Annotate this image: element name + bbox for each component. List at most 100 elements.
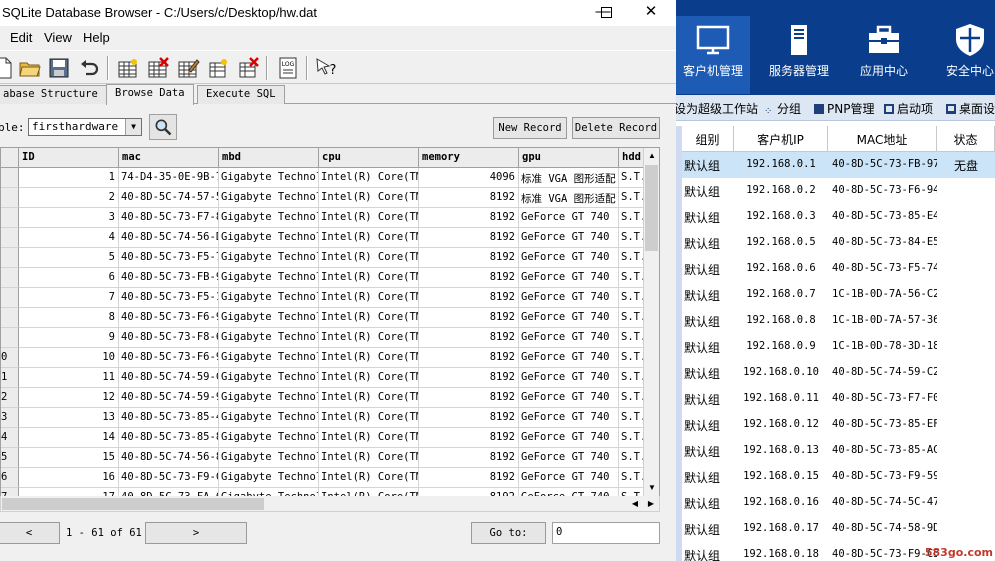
cell-id[interactable]: 11: [19, 368, 119, 388]
cell-mbd[interactable]: Gigabyte Technol: [219, 288, 319, 308]
cell-gpu[interactable]: GeForce GT 740: [519, 428, 619, 448]
table-select[interactable]: firsthardware ▼: [28, 118, 142, 136]
scroll-down-icon[interactable]: ▼: [644, 480, 659, 496]
cell-memory[interactable]: 8192: [419, 208, 519, 228]
column-header-hdd[interactable]: hdd: [619, 148, 645, 168]
create-table-icon[interactable]: [115, 55, 141, 81]
group-button[interactable]: ⁘ 分组: [764, 100, 801, 117]
cell-hdd[interactable]: S.T.: [619, 208, 645, 228]
cell-id[interactable]: 5: [19, 248, 119, 268]
row-number[interactable]: 3: [1, 408, 19, 428]
prev-page-button[interactable]: <: [0, 522, 60, 544]
delete-index-icon[interactable]: [235, 55, 261, 81]
column-header-id[interactable]: ID: [19, 148, 119, 168]
list-item[interactable]: 默认组 192.168.0.9 1C-1B-0D-78-3D-18: [682, 334, 995, 360]
cell-mac[interactable]: 40-8D-5C-74-56-D: [119, 228, 219, 248]
data-grid[interactable]: ID mac mbd cpu memory gpu hdd 1 74-D4-35-…: [0, 147, 660, 497]
table-row[interactable]: 0 10 40-8D-5C-73-F6-9 Gigabyte Technol Intel…: [1, 348, 645, 368]
cell-cpu[interactable]: Intel(R) Core(TM: [319, 168, 419, 188]
table-row[interactable]: 4 14 40-8D-5C-73-85-8 Gigabyte Technol Intel…: [1, 428, 645, 448]
cell-gpu[interactable]: GeForce GT 740: [519, 248, 619, 268]
whats-this-icon[interactable]: ?: [313, 55, 339, 81]
column-header-cpu[interactable]: cpu: [319, 148, 419, 168]
row-number[interactable]: 6: [1, 468, 19, 488]
scroll-up-icon[interactable]: ▲: [644, 148, 659, 164]
cell-cpu[interactable]: Intel(R) Core(TM: [319, 288, 419, 308]
cell-mbd[interactable]: Gigabyte Technol: [219, 188, 319, 208]
cell-mbd[interactable]: Gigabyte Technol: [219, 348, 319, 368]
list-item[interactable]: 默认组 192.168.0.3 40-8D-5C-73-85-E4: [682, 204, 995, 230]
nav-app-center[interactable]: 应用中心: [847, 16, 921, 94]
cell-id[interactable]: 3: [19, 208, 119, 228]
goto-button[interactable]: Go to:: [471, 522, 546, 544]
cell-hdd[interactable]: S.T.: [619, 308, 645, 328]
cell-memory[interactable]: 8192: [419, 228, 519, 248]
cell-gpu[interactable]: GeForce GT 740: [519, 268, 619, 288]
cell-gpu[interactable]: GeForce GT 740: [519, 308, 619, 328]
cell-mac[interactable]: 40-8D-5C-73-F6-9: [119, 348, 219, 368]
list-item[interactable]: 默认组 192.168.0.16 40-8D-5C-74-5C-47: [682, 490, 995, 516]
close-button[interactable]: ✕: [628, 0, 674, 26]
row-number[interactable]: [1, 248, 19, 268]
row-number[interactable]: [1, 208, 19, 228]
cell-hdd[interactable]: S.T.: [619, 268, 645, 288]
cell-mbd[interactable]: Gigabyte Technol: [219, 268, 319, 288]
row-number[interactable]: [1, 228, 19, 248]
cell-mbd[interactable]: Gigabyte Technol: [219, 468, 319, 488]
cell-mac[interactable]: 40-8D-5C-74-59-9: [119, 388, 219, 408]
list-item[interactable]: 默认组 192.168.0.10 40-8D-5C-74-59-C2: [682, 360, 995, 386]
cell-id[interactable]: 10: [19, 348, 119, 368]
cell-mac[interactable]: 40-8D-5C-73-FB-9: [119, 268, 219, 288]
cell-cpu[interactable]: Intel(R) Core(TM: [319, 188, 419, 208]
cell-hdd[interactable]: S.T.: [619, 388, 645, 408]
cell-hdd[interactable]: S.T.: [619, 368, 645, 388]
cell-gpu[interactable]: 标准 VGA 图形适配: [519, 188, 619, 208]
cell-mbd[interactable]: Gigabyte Technol: [219, 408, 319, 428]
row-number[interactable]: 2: [1, 388, 19, 408]
row-number[interactable]: 1: [1, 368, 19, 388]
cell-id[interactable]: 1: [19, 168, 119, 188]
table-row[interactable]: 5 40-8D-5C-73-F5-7 Gigabyte Technol Intel(R…: [1, 248, 645, 268]
list-item[interactable]: 默认组 192.168.0.11 40-8D-5C-73-F7-F0: [682, 386, 995, 412]
row-number[interactable]: [1, 308, 19, 328]
cell-hdd[interactable]: S.T.: [619, 228, 645, 248]
save-icon[interactable]: [46, 55, 72, 81]
open-database-icon[interactable]: [17, 55, 43, 81]
list-item[interactable]: 默认组 192.168.0.1 40-8D-5C-73-FB-97 无盘: [682, 152, 995, 178]
cell-mbd[interactable]: Gigabyte Technol: [219, 368, 319, 388]
column-header-mac[interactable]: mac: [119, 148, 219, 168]
undo-icon[interactable]: [76, 55, 102, 81]
cell-hdd[interactable]: S.T.: [619, 248, 645, 268]
cell-mac[interactable]: 40-8D-5C-73-F7-8: [119, 208, 219, 228]
cell-cpu[interactable]: Intel(R) Core(TM: [319, 248, 419, 268]
cell-memory[interactable]: 8192: [419, 468, 519, 488]
cell-hdd[interactable]: S.T.: [619, 168, 645, 188]
scroll-thumb[interactable]: [645, 165, 658, 251]
new-record-button[interactable]: New Record: [493, 117, 567, 139]
delete-table-icon[interactable]: [145, 55, 171, 81]
cell-cpu[interactable]: Intel(R) Core(TM: [319, 448, 419, 468]
cell-gpu[interactable]: GeForce GT 740: [519, 408, 619, 428]
list-item[interactable]: 默认组 192.168.0.17 40-8D-5C-74-58-9D: [682, 516, 995, 542]
cell-mac[interactable]: 40-8D-5C-73-85-4: [119, 408, 219, 428]
list-item[interactable]: 默认组 192.168.0.13 40-8D-5C-73-85-AC: [682, 438, 995, 464]
cell-gpu[interactable]: GeForce GT 740: [519, 368, 619, 388]
cell-cpu[interactable]: Intel(R) Core(TM: [319, 228, 419, 248]
table-row[interactable]: 3 40-8D-5C-73-F7-8 Gigabyte Technol Intel(R…: [1, 208, 645, 228]
table-row[interactable]: 9 40-8D-5C-73-F8-6 Gigabyte Technol Intel(R…: [1, 328, 645, 348]
menu-view[interactable]: View: [44, 30, 72, 45]
cell-id[interactable]: 2: [19, 188, 119, 208]
cell-memory[interactable]: 8192: [419, 428, 519, 448]
cell-mac[interactable]: 40-8D-5C-73-F5-7: [119, 248, 219, 268]
cell-mac[interactable]: 40-8D-5C-73-F8-6: [119, 328, 219, 348]
cell-memory[interactable]: 8192: [419, 308, 519, 328]
startup-items-button[interactable]: 启动项: [884, 100, 933, 117]
cell-cpu[interactable]: Intel(R) Core(TM: [319, 388, 419, 408]
table-row[interactable]: 8 40-8D-5C-73-F6-9 Gigabyte Technol Intel(R…: [1, 308, 645, 328]
cell-cpu[interactable]: Intel(R) Core(TM: [319, 348, 419, 368]
cell-id[interactable]: 16: [19, 468, 119, 488]
cell-hdd[interactable]: S.T.: [619, 348, 645, 368]
column-header-group[interactable]: 组别: [682, 126, 734, 152]
cell-memory[interactable]: 8192: [419, 328, 519, 348]
tab-browse-data[interactable]: Browse Data: [106, 84, 194, 105]
